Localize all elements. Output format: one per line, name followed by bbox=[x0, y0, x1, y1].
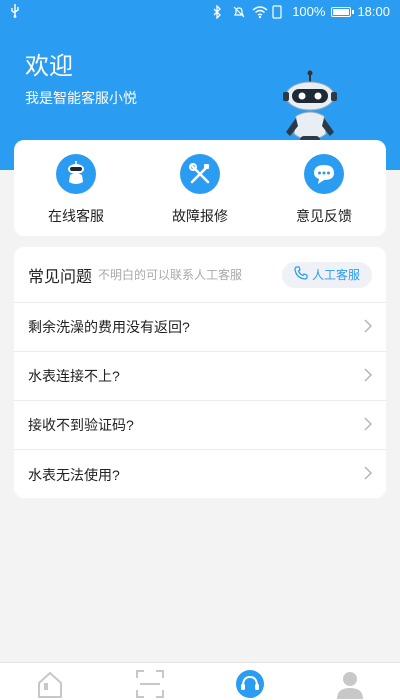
wrench-screwdriver-icon bbox=[180, 154, 220, 194]
clock: 18:00 bbox=[357, 4, 390, 19]
usb-icon bbox=[10, 4, 20, 21]
faq-question: 水表连接不上? bbox=[28, 368, 120, 384]
profile-icon bbox=[335, 669, 365, 700]
feedback-label: 意见反馈 bbox=[296, 208, 352, 224]
repair-label: 故障报修 bbox=[172, 208, 228, 224]
chat-bubble-icon bbox=[304, 154, 344, 194]
tab-service[interactable] bbox=[200, 663, 300, 700]
chevron-right-icon bbox=[364, 367, 373, 385]
battery-icon bbox=[331, 6, 355, 17]
faq-title: 常见问题 bbox=[28, 268, 93, 286]
faq-card: 常见问题 不明白的可以联系人工客服 人工客服 剩余洗澡的费用没有返回? 水表连接… bbox=[14, 247, 386, 498]
feedback-button[interactable]: 意见反馈 bbox=[262, 140, 386, 236]
human-service-button[interactable]: 人工客服 bbox=[281, 261, 372, 288]
sim-icon bbox=[272, 4, 286, 19]
chevron-right-icon bbox=[364, 466, 373, 483]
faq-question: 剩余洗澡的费用没有返回? bbox=[28, 319, 190, 335]
faq-question: 接收不到验证码? bbox=[28, 417, 134, 433]
status-bar: 100% 18:00 bbox=[0, 0, 400, 24]
tab-profile[interactable] bbox=[300, 663, 400, 700]
robot-mascot-icon bbox=[278, 70, 342, 150]
home-icon bbox=[35, 669, 65, 700]
faq-header: 常见问题 不明白的可以联系人工客服 人工客服 bbox=[14, 247, 386, 303]
bluetooth-icon bbox=[212, 3, 226, 20]
chevron-right-icon bbox=[364, 416, 373, 434]
online-service-label: 在线客服 bbox=[48, 208, 104, 224]
faq-item[interactable]: 接收不到验证码? bbox=[14, 401, 386, 450]
online-service-button[interactable]: 在线客服 bbox=[14, 140, 138, 236]
welcome-subtitle: 我是智能客服小悦 bbox=[25, 90, 137, 106]
faq-question: 水表无法使用? bbox=[28, 466, 120, 483]
quick-actions-card: 在线客服 故障报修 意见反馈 bbox=[14, 140, 386, 236]
mute-icon bbox=[232, 5, 246, 19]
robot-icon bbox=[56, 154, 96, 194]
faq-item[interactable]: 水表无法使用? bbox=[14, 450, 386, 499]
faq-hint: 不明白的可以联系人工客服 bbox=[98, 268, 243, 282]
welcome-title: 欢迎 bbox=[25, 53, 73, 80]
human-service-label: 人工客服 bbox=[311, 268, 360, 282]
battery-percent: 100% bbox=[292, 4, 326, 19]
tab-scan[interactable] bbox=[100, 663, 200, 700]
repair-button[interactable]: 故障报修 bbox=[138, 140, 262, 236]
chevron-right-icon bbox=[364, 318, 373, 336]
phone-icon bbox=[294, 266, 308, 283]
wifi-icon bbox=[252, 5, 268, 19]
service-icon bbox=[235, 669, 265, 700]
faq-item[interactable]: 剩余洗澡的费用没有返回? bbox=[14, 303, 386, 352]
faq-item[interactable]: 水表连接不上? bbox=[14, 352, 386, 401]
tab-home[interactable] bbox=[0, 663, 100, 700]
scan-icon bbox=[135, 669, 165, 700]
bottom-tab-bar bbox=[0, 662, 400, 700]
